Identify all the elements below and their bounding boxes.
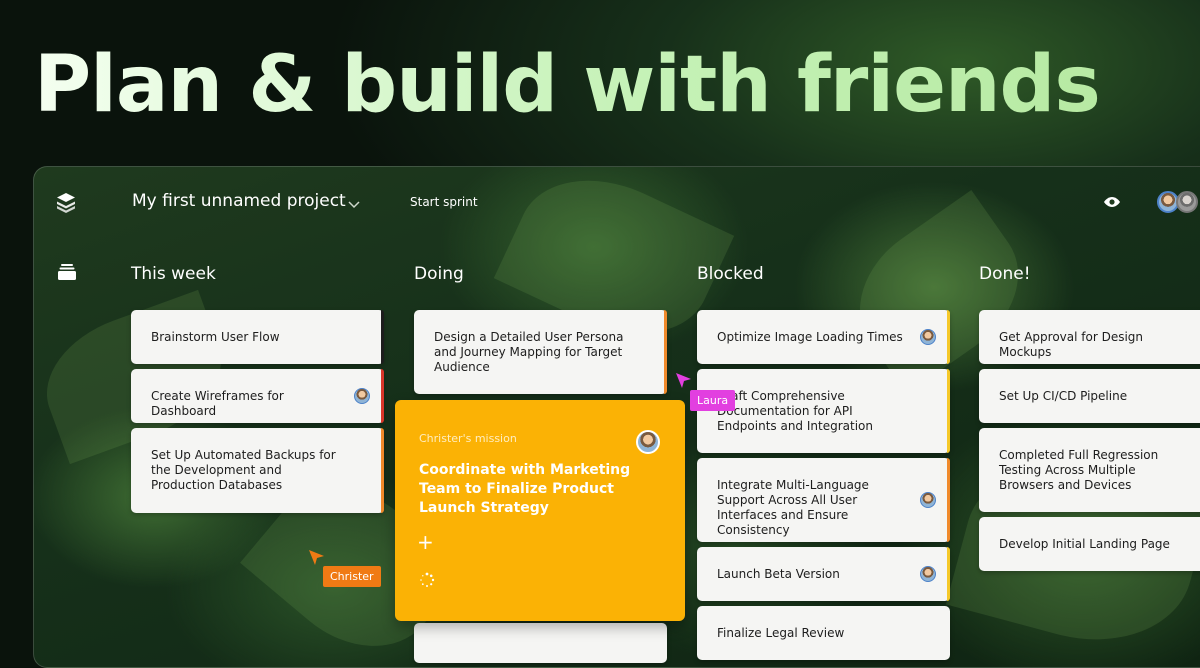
- task-card-text: Draft Comprehensive Documentation for AP…: [717, 389, 873, 433]
- task-card[interactable]: Create Wireframes for Dashboard: [131, 369, 384, 423]
- column-title-doing: Doing: [414, 264, 464, 284]
- task-card[interactable]: Set Up Automated Backups for the Develop…: [131, 428, 384, 513]
- assignee-avatar[interactable]: [920, 492, 936, 508]
- project-title[interactable]: My first unnamed project: [132, 191, 346, 211]
- start-sprint-button[interactable]: Start sprint: [410, 195, 478, 209]
- task-card[interactable]: Set Up CI/CD Pipeline: [979, 369, 1200, 423]
- assignee-avatar[interactable]: [920, 329, 936, 345]
- inbox-stack-icon[interactable]: [58, 263, 76, 281]
- cursor-christer-icon: [308, 549, 326, 567]
- task-card-text: Develop Initial Landing Page: [999, 537, 1170, 551]
- column-title-this-week: This week: [131, 264, 216, 284]
- card-status-stripe: [947, 547, 950, 601]
- cursor-label-laura: Laura: [690, 390, 736, 411]
- assignee-avatar[interactable]: [920, 566, 936, 582]
- task-card[interactable]: Develop Initial Landing Page: [979, 517, 1200, 571]
- task-card-text: Finalize Legal Review: [717, 626, 845, 640]
- task-card-text: Integrate Multi-Language Support Across …: [717, 478, 869, 537]
- mission-label: Christer's mission: [419, 432, 517, 445]
- card-status-stripe: [381, 428, 384, 513]
- task-card[interactable]: Get Approval for Design Mockups: [979, 310, 1200, 364]
- task-card[interactable]: Design a Detailed User Persona and Journ…: [414, 310, 667, 394]
- assignee-avatar[interactable]: [354, 388, 370, 404]
- chevron-down-icon[interactable]: [347, 196, 361, 210]
- task-card[interactable]: Launch Beta Version: [697, 547, 950, 601]
- assignee-avatar[interactable]: [636, 430, 660, 454]
- card-status-stripe: [664, 310, 667, 394]
- task-card-text: Optimize Image Loading Times: [717, 330, 903, 344]
- card-status-stripe: [947, 310, 950, 364]
- eye-icon[interactable]: [1102, 194, 1122, 210]
- task-card[interactable]: Optimize Image Loading Times: [697, 310, 950, 364]
- card-status-stripe: [381, 310, 384, 364]
- mission-title: Coordinate with Marketing Team to Finali…: [419, 462, 631, 516]
- kanban-board: My first unnamed project Start sprint Th…: [33, 166, 1200, 668]
- cursor-label-christer: Christer: [323, 566, 381, 587]
- cursor-laura-icon: [675, 372, 693, 390]
- task-card-text: Design a Detailed User Persona and Journ…: [434, 330, 624, 374]
- task-card-text: Get Approval for Design Mockups: [999, 330, 1144, 359]
- card-status-stripe: [947, 458, 950, 542]
- task-card-text: Launch Beta Version: [717, 567, 840, 581]
- task-card[interactable]: [414, 623, 667, 663]
- task-card[interactable]: Draft Comprehensive Documentation for AP…: [697, 369, 950, 453]
- layers-logo-icon[interactable]: [54, 191, 78, 215]
- task-card[interactable]: Finalize Legal Review: [697, 606, 950, 660]
- card-status-stripe: [947, 369, 950, 453]
- task-card-text: Create Wireframes for Dashboard: [151, 389, 284, 418]
- spinner-icon: [419, 572, 435, 588]
- task-card-text: Set Up CI/CD Pipeline: [999, 389, 1128, 403]
- column-title-done: Done!: [979, 264, 1031, 284]
- avatar[interactable]: [1176, 191, 1198, 213]
- task-card[interactable]: Brainstorm User Flow: [131, 310, 384, 364]
- headline: Plan & build with friends: [34, 40, 1101, 130]
- task-card-text: Brainstorm User Flow: [151, 330, 280, 344]
- column-title-blocked: Blocked: [697, 264, 764, 284]
- task-card-text: Completed Full Regression Testing Across…: [999, 448, 1159, 492]
- focused-task-card[interactable]: Christer's mission Coordinate with Marke…: [395, 400, 685, 621]
- task-card-text: Set Up Automated Backups for the Develop…: [151, 448, 336, 492]
- card-status-stripe: [381, 369, 384, 423]
- plus-icon[interactable]: +: [417, 530, 434, 554]
- task-card[interactable]: Integrate Multi-Language Support Across …: [697, 458, 950, 542]
- task-card[interactable]: Completed Full Regression Testing Across…: [979, 428, 1200, 512]
